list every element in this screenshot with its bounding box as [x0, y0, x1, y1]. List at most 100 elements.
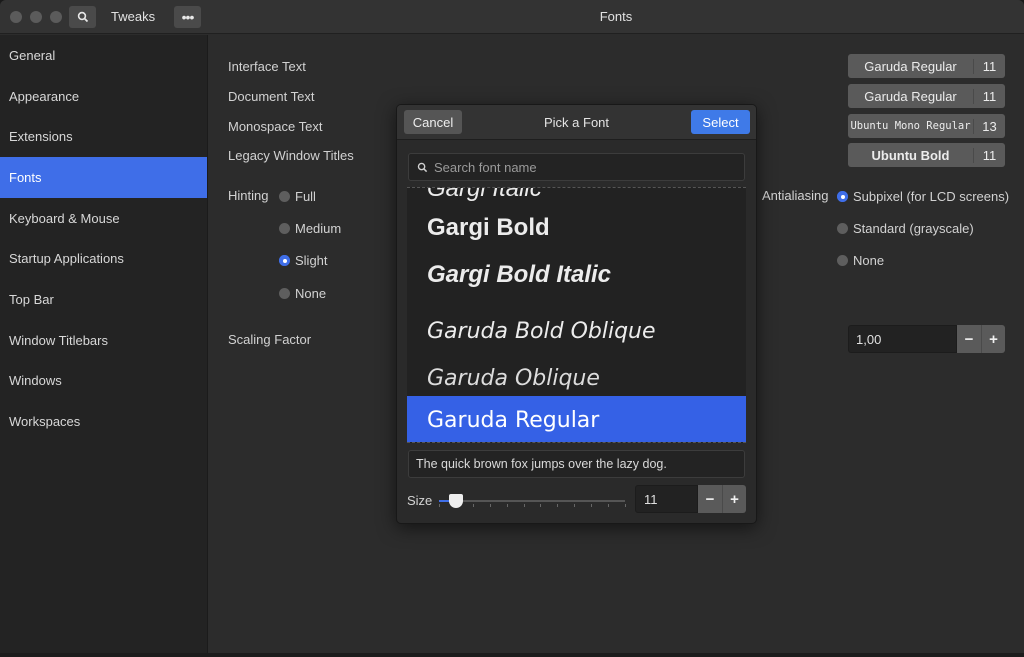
font-size: 11 — [973, 58, 1005, 74]
slider-tick — [506, 504, 508, 507]
interface-font-button[interactable]: Garuda Regular 11 — [848, 54, 1005, 78]
page-title: Fonts — [599, 9, 633, 24]
radio-label: Standard (grayscale) — [853, 221, 974, 236]
font-size: 11 — [973, 88, 1005, 104]
scaling-factor-input[interactable]: 1,00 — [848, 325, 957, 353]
sidebar-item-label: Fonts — [9, 169, 42, 185]
scaling-factor-label: Scaling Factor — [228, 332, 312, 347]
radio-indicator — [837, 255, 848, 266]
hinting-none-radio[interactable]: None — [279, 286, 326, 301]
radio-label: None — [853, 253, 885, 268]
slider-handle[interactable] — [448, 494, 463, 508]
sidebar-item-label: Extensions — [9, 129, 73, 145]
radio-label: Full — [295, 189, 316, 204]
legacy-window-titles-label: Legacy Window Titles — [228, 148, 354, 163]
radio-indicator — [837, 191, 848, 202]
font-name: Ubuntu Bold — [871, 147, 950, 163]
interface-text-label: Interface Text — [228, 59, 306, 74]
size-decrease-button[interactable]: − — [698, 485, 722, 513]
hinting-label: Hinting — [228, 188, 269, 203]
slider-tick — [439, 504, 440, 507]
search-icon — [417, 162, 428, 172]
slider-tick — [472, 504, 474, 507]
font-size: 11 — [973, 147, 1005, 163]
hinting-full-radio[interactable]: Full — [279, 189, 316, 204]
antialiasing-standard-radio[interactable]: Standard (grayscale) — [837, 221, 974, 236]
font-search-input[interactable]: Search font name — [408, 153, 745, 181]
sidebar-item-label: Workspaces — [9, 414, 81, 430]
sidebar-item-label: Top Bar — [9, 291, 54, 307]
sidebar-item-label: General — [9, 47, 56, 63]
slider-tick — [540, 504, 542, 507]
legacy-titles-font-button[interactable]: Ubuntu Bold 11 — [848, 143, 1005, 167]
window-bottom-edge — [0, 653, 1024, 657]
size-increase-button[interactable]: + — [722, 485, 746, 513]
select-button[interactable]: Select — [691, 110, 750, 134]
scaling-increase-button[interactable]: + — [981, 325, 1005, 353]
scaling-decrease-button[interactable]: − — [957, 325, 981, 353]
sidebar-item-label: Windows — [9, 373, 62, 389]
radio-indicator — [279, 191, 290, 202]
scaling-factor-spinbutton: 1,00 − + — [848, 325, 1005, 353]
sidebar-item-general[interactable]: General — [0, 35, 207, 76]
font-list-item[interactable]: Garuda Oblique — [407, 354, 746, 402]
slider-tick — [489, 504, 491, 507]
font-list-item[interactable]: Gargi Bold Italic — [407, 251, 746, 299]
slider-tick — [557, 504, 559, 507]
sidebar-item-appearance[interactable]: Appearance — [0, 76, 207, 117]
sidebar-item-label: Window Titlebars — [9, 332, 108, 348]
sidebar-item-fonts[interactable]: Fonts — [0, 157, 207, 198]
slider-tick — [625, 504, 626, 507]
dialog-header: Cancel Pick a Font Select — [397, 105, 756, 140]
font-list: Gargi Italic Gargi Bold Gargi Bold Itali… — [407, 187, 746, 443]
sidebar-item-window-titlebars[interactable]: Window Titlebars — [0, 320, 207, 361]
sidebar-item-label: Startup Applications — [9, 251, 124, 267]
size-slider[interactable] — [439, 494, 626, 508]
radio-indicator — [279, 288, 290, 299]
antialiasing-none-radio[interactable]: None — [837, 253, 884, 268]
slider-tick — [523, 504, 525, 507]
antialiasing-label: Antialiasing — [762, 188, 829, 203]
sidebar-item-top-bar[interactable]: Top Bar — [0, 279, 207, 320]
sidebar-item-startup-applications[interactable]: Startup Applications — [0, 238, 207, 279]
header-bar: Tweaks ••• Fonts — [0, 0, 1024, 34]
font-name: Garuda Regular — [864, 88, 957, 104]
font-preview[interactable]: The quick brown fox jumps over the lazy … — [408, 450, 745, 478]
font-list-item[interactable]: Garuda Bold Oblique — [407, 307, 746, 355]
slider-tick — [574, 504, 576, 507]
sidebar: General Appearance Extensions Fonts Keyb… — [0, 35, 208, 653]
sidebar-item-extensions[interactable]: Extensions — [0, 116, 207, 157]
radio-label: Medium — [295, 221, 342, 236]
pick-font-dialog: Cancel Pick a Font Select Search font na… — [396, 104, 757, 524]
antialiasing-subpixel-radio[interactable]: Subpixel (for LCD screens) — [837, 189, 1009, 204]
font-name: Ubuntu Mono Regular — [850, 120, 971, 132]
sidebar-item-label: Appearance — [9, 88, 80, 104]
document-font-button[interactable]: Garuda Regular 11 — [848, 84, 1005, 108]
slider-tick — [591, 504, 593, 507]
size-input[interactable]: 11 — [635, 485, 698, 513]
hinting-slight-radio[interactable]: Slight — [279, 253, 328, 268]
radio-label: None — [295, 286, 327, 301]
sidebar-item-workspaces[interactable]: Workspaces — [0, 401, 207, 442]
font-size: 13 — [973, 118, 1005, 134]
sidebar-item-label: Keyboard & Mouse — [9, 210, 120, 226]
monospace-font-button[interactable]: Ubuntu Mono Regular 13 — [848, 114, 1005, 138]
search-placeholder: Search font name — [434, 159, 537, 175]
slider-track — [439, 500, 625, 502]
font-list-item[interactable]: Gargi Bold — [407, 204, 746, 252]
tweaks-window: Tweaks ••• Fonts General Appearance Exte… — [0, 0, 1024, 653]
sidebar-item-windows[interactable]: Windows — [0, 361, 207, 402]
monospace-text-label: Monospace Text — [228, 119, 323, 134]
document-text-label: Document Text — [228, 89, 315, 104]
radio-indicator — [279, 255, 290, 266]
size-spinbutton: 11 − + — [635, 485, 746, 513]
radio-label: Subpixel (for LCD screens) — [853, 189, 1010, 204]
radio-indicator — [837, 223, 848, 234]
font-list-item-selected[interactable]: Garuda Regular — [407, 396, 746, 442]
slider-tick — [608, 504, 610, 507]
sidebar-item-keyboard-mouse[interactable]: Keyboard & Mouse — [0, 198, 207, 239]
size-label: Size — [407, 493, 433, 508]
hinting-medium-radio[interactable]: Medium — [279, 221, 341, 236]
radio-label: Slight — [295, 253, 328, 268]
font-name: Garuda Regular — [864, 58, 957, 74]
